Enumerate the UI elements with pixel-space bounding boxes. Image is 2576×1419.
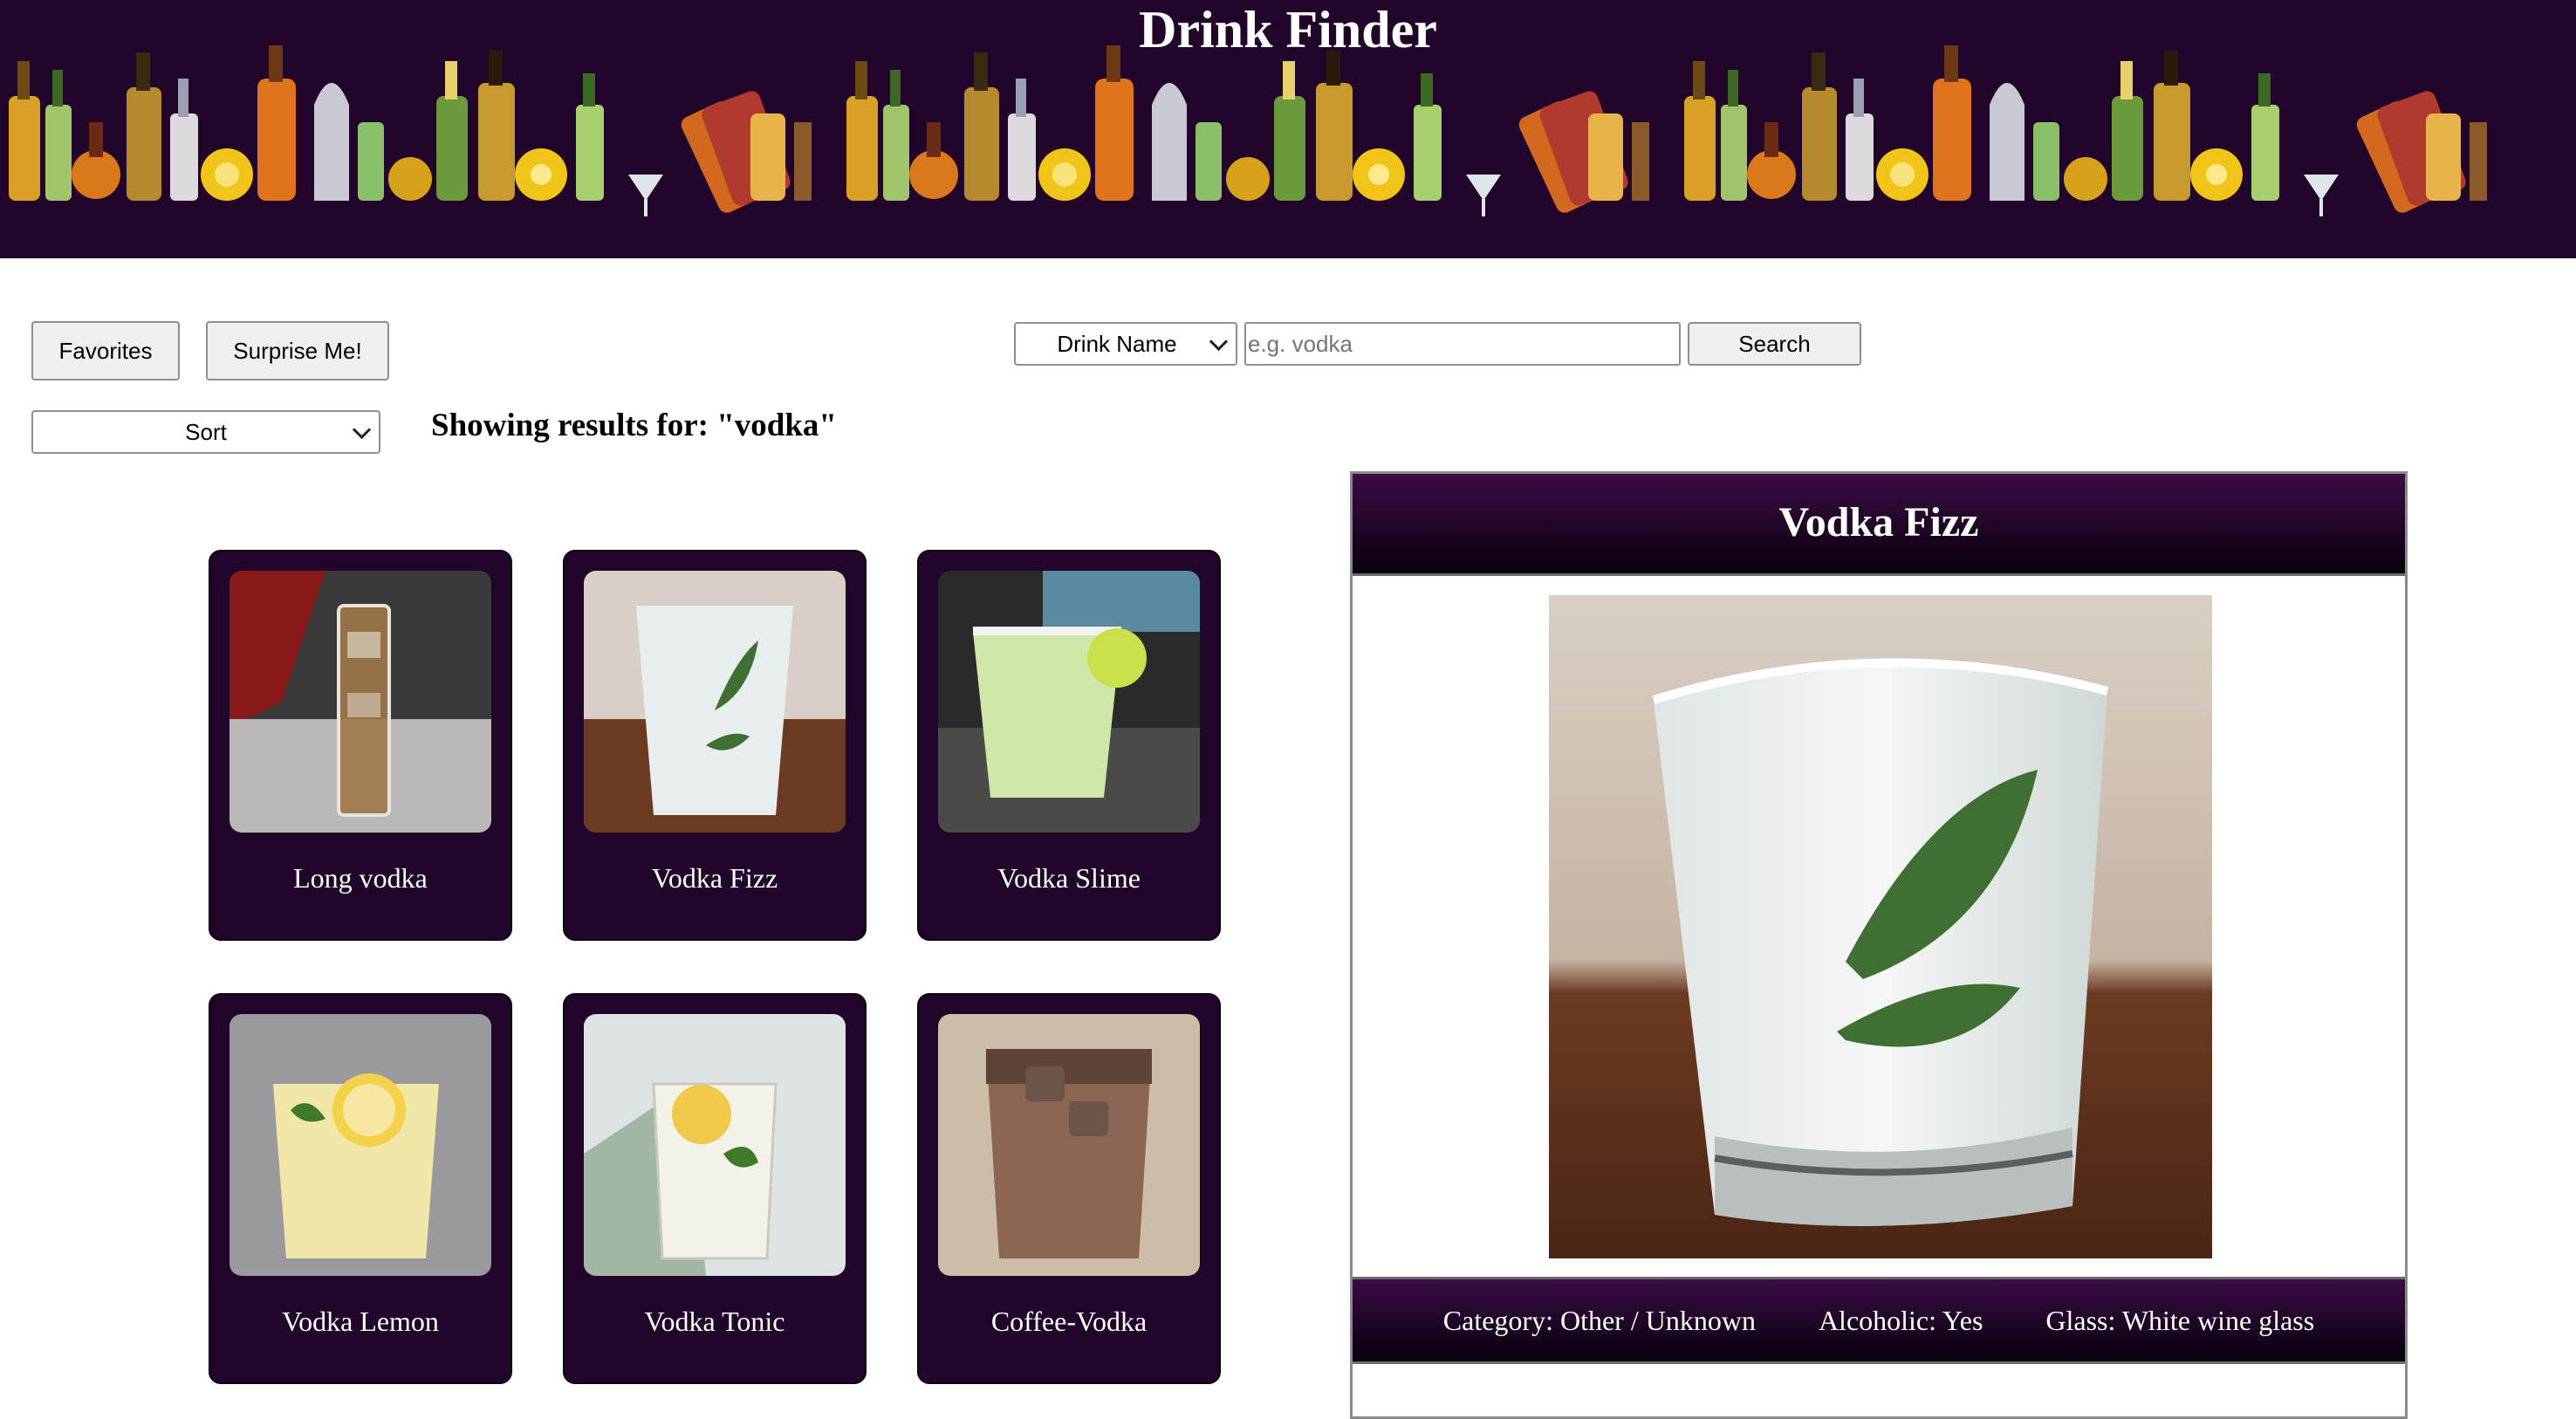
detail-drink-photo — [1549, 595, 2212, 1258]
favorites-button[interactable]: Favorites — [31, 321, 180, 380]
search-placeholder: e.g. vodka — [1248, 330, 1353, 357]
detail-info-bar: Category: Other / Unknown Alcoholic: Yes… — [1353, 1277, 2405, 1364]
drink-photo — [584, 571, 846, 833]
drink-photo — [230, 1014, 491, 1276]
detail-title: Vodka Fizz — [1778, 499, 1979, 545]
drink-name: Coffee-Vodka — [990, 1306, 1148, 1337]
search-input[interactable]: e.g. vodka — [1244, 322, 1681, 366]
drink-card[interactable]: Long vodka — [209, 550, 512, 941]
drink-photo — [230, 571, 491, 833]
detail-category: Category: Other / Unknown — [1442, 1304, 1756, 1336]
surprise-me-button[interactable]: Surprise Me! — [206, 321, 389, 380]
search-type-select[interactable]: Drink Name — [1014, 322, 1237, 366]
sort-select[interactable]: Sort — [31, 410, 380, 454]
header-banner: Drink Finder — [0, 0, 2576, 258]
drink-card[interactable]: Vodka Slime — [917, 550, 1221, 941]
drink-photo — [938, 571, 1200, 833]
detail-header: Vodka Fizz — [1353, 474, 2405, 576]
results-query: "vodka" — [716, 408, 837, 443]
chevron-down-icon — [352, 420, 372, 440]
drink-card[interactable]: Vodka Lemon — [209, 993, 512, 1384]
detail-glass: Glass: White wine glass — [2045, 1304, 2315, 1336]
drink-name: Vodka Tonic — [644, 1306, 785, 1337]
drink-photo — [584, 1014, 846, 1276]
drink-name: Long vodka — [293, 862, 428, 894]
results-heading: Showing results for: "vodka" — [431, 407, 837, 444]
drink-card[interactable]: Vodka Tonic — [563, 993, 867, 1384]
drink-photo — [938, 1014, 1200, 1276]
detail-alcoholic: Alcoholic: Yes — [1818, 1304, 1983, 1336]
results-prefix: Showing results for: — [431, 408, 709, 443]
drink-name: Vodka Slime — [997, 862, 1141, 894]
sort-value: Sort — [185, 418, 227, 445]
app-title: Drink Finder — [1139, 1, 1437, 58]
search-type-value: Drink Name — [1057, 330, 1177, 357]
drink-name: Vodka Fizz — [651, 862, 778, 894]
drink-detail-panel: Vodka Fizz Category: Other / Unknown Alc… — [1350, 471, 2408, 1419]
drink-card[interactable]: Coffee-Vodka — [917, 993, 1221, 1384]
chevron-down-icon — [1209, 332, 1229, 352]
search-button[interactable]: Search — [1688, 322, 1861, 366]
drink-name: Vodka Lemon — [282, 1306, 439, 1337]
drink-card[interactable]: Vodka Fizz — [563, 550, 867, 941]
